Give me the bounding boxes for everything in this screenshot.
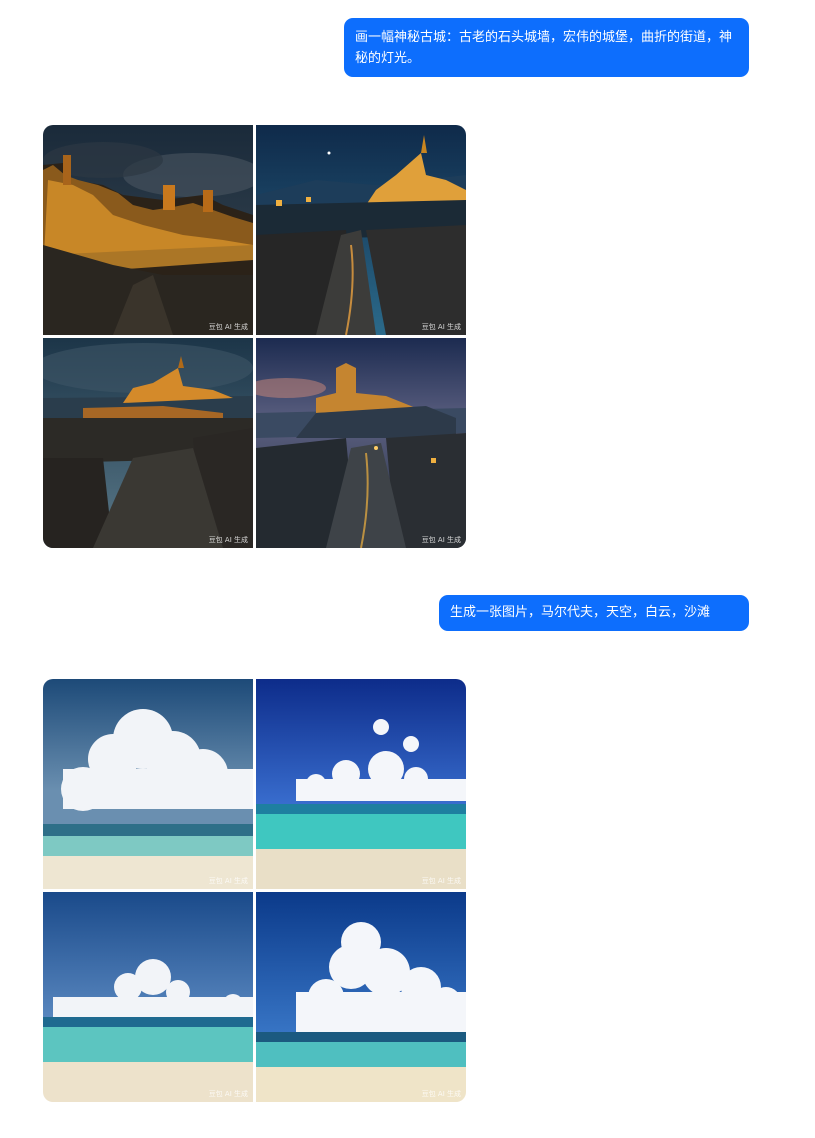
generated-image-grid: 豆包 AI 生成 豆包 AI 生成 豆包 AI 生成 豆包 AI 生成 (43, 679, 466, 1102)
generated-image-grid: 豆包 AI 生成 豆包 AI 生成 豆包 AI 生成 豆包 AI 生成 (43, 125, 466, 548)
user-message-bubble: 画一幅神秘古城：古老的石头城墙，宏伟的城堡，曲折的街道，神秘的灯光。 (344, 18, 749, 77)
generated-image[interactable]: 豆包 AI 生成 (43, 125, 253, 335)
generated-image[interactable]: 豆包 AI 生成 (256, 892, 466, 1102)
user-message-text: 画一幅神秘古城：古老的石头城墙，宏伟的城堡，曲折的街道，神秘的灯光。 (355, 30, 733, 66)
generated-image[interactable]: 豆包 AI 生成 (256, 338, 466, 548)
generated-image[interactable]: 豆包 AI 生成 (43, 338, 253, 548)
watermark-label: 豆包 AI 生成 (208, 877, 248, 885)
watermark-label: 豆包 AI 生成 (208, 323, 248, 331)
watermark-label: 豆包 AI 生成 (208, 536, 248, 544)
generated-image[interactable]: 豆包 AI 生成 (43, 679, 253, 889)
watermark-label: 豆包 AI 生成 (208, 1090, 248, 1098)
generated-image[interactable]: 豆包 AI 生成 (256, 679, 466, 889)
user-message-bubble: 生成一张图片，马尔代夫，天空，白云，沙滩 (439, 595, 749, 631)
watermark-label: 豆包 AI 生成 (421, 323, 461, 331)
user-message-text: 生成一张图片，马尔代夫，天空，白云，沙滩 (450, 605, 711, 620)
generated-image[interactable]: 豆包 AI 生成 (256, 125, 466, 335)
generated-image[interactable]: 豆包 AI 生成 (43, 892, 253, 1102)
watermark-label: 豆包 AI 生成 (421, 536, 461, 544)
watermark-label: 豆包 AI 生成 (421, 1090, 461, 1098)
watermark-label: 豆包 AI 生成 (421, 877, 461, 885)
